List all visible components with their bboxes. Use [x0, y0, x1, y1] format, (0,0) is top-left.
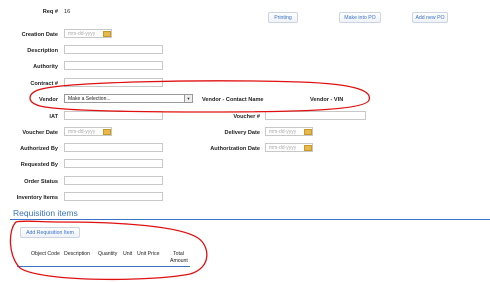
column-header-description: Description — [64, 251, 90, 257]
vendor-contact-label: Vendor - Contact Name — [202, 97, 264, 103]
requested-by-field[interactable] — [64, 159, 163, 168]
requested-by-label: Requested By — [20, 162, 58, 168]
iat-label: IAT — [49, 114, 58, 120]
contract-label: Contract # — [30, 81, 58, 87]
calendar-icon[interactable] — [103, 129, 111, 135]
voucher-label: Voucher # — [233, 114, 260, 120]
authorized-by-label: Authorized By — [20, 146, 58, 152]
creation-date-label: Creation Date — [21, 32, 58, 38]
table-header-divider — [17, 266, 190, 267]
iat-field[interactable] — [64, 111, 163, 120]
description-field[interactable] — [64, 45, 163, 54]
section-divider — [10, 219, 490, 220]
contract-field[interactable] — [64, 78, 163, 87]
printing-button[interactable]: Printing — [268, 12, 298, 23]
column-header-unit-price: Unit Price — [137, 251, 160, 257]
annotation-overlay — [9, 80, 371, 281]
description-label: Description — [27, 48, 58, 54]
calendar-icon[interactable] — [304, 129, 312, 135]
add-requisition-item-button[interactable]: Add Requisition Item — [20, 227, 80, 238]
inventory-items-field[interactable] — [64, 192, 163, 201]
authority-field[interactable] — [64, 61, 163, 70]
column-header-total: Total — [173, 251, 184, 257]
chevron-down-icon: ▼ — [184, 95, 192, 102]
vendor-label: Vendor — [39, 97, 58, 103]
vendor-vin-label: Vendor - VIN — [310, 97, 344, 103]
column-header-quantity: Quantity — [98, 251, 118, 257]
inventory-items-label: Inventory Items — [16, 195, 58, 201]
add-new-po-button[interactable]: Add new PO — [412, 12, 448, 23]
delivery-date-label: Delivery Date — [224, 130, 260, 136]
order-status-label: Order Status — [24, 179, 58, 185]
authorized-by-field[interactable] — [64, 143, 163, 152]
voucher-date-label: Voucher Date — [22, 130, 58, 136]
vendor-select-value: Make a Selection... — [68, 96, 111, 102]
authorization-date-label: Authorization Date — [210, 146, 260, 152]
order-status-field[interactable] — [64, 176, 163, 185]
voucher-field[interactable] — [265, 111, 366, 120]
vendor-select[interactable]: Make a Selection... ▼ — [64, 94, 193, 103]
authority-label: Authority — [33, 64, 58, 70]
calendar-icon[interactable] — [103, 31, 111, 37]
req-number-value: 16 — [64, 9, 71, 15]
make-into-po-button[interactable]: Make into PO — [339, 12, 381, 23]
calendar-icon[interactable] — [304, 145, 312, 151]
column-header-unit: Unit — [123, 251, 133, 257]
column-header-amount: Amount — [170, 258, 188, 264]
requisition-items-heading: Requisition items — [13, 208, 78, 218]
column-header-object-code: Object Code — [31, 251, 60, 257]
req-number-label: Req # — [42, 9, 58, 15]
